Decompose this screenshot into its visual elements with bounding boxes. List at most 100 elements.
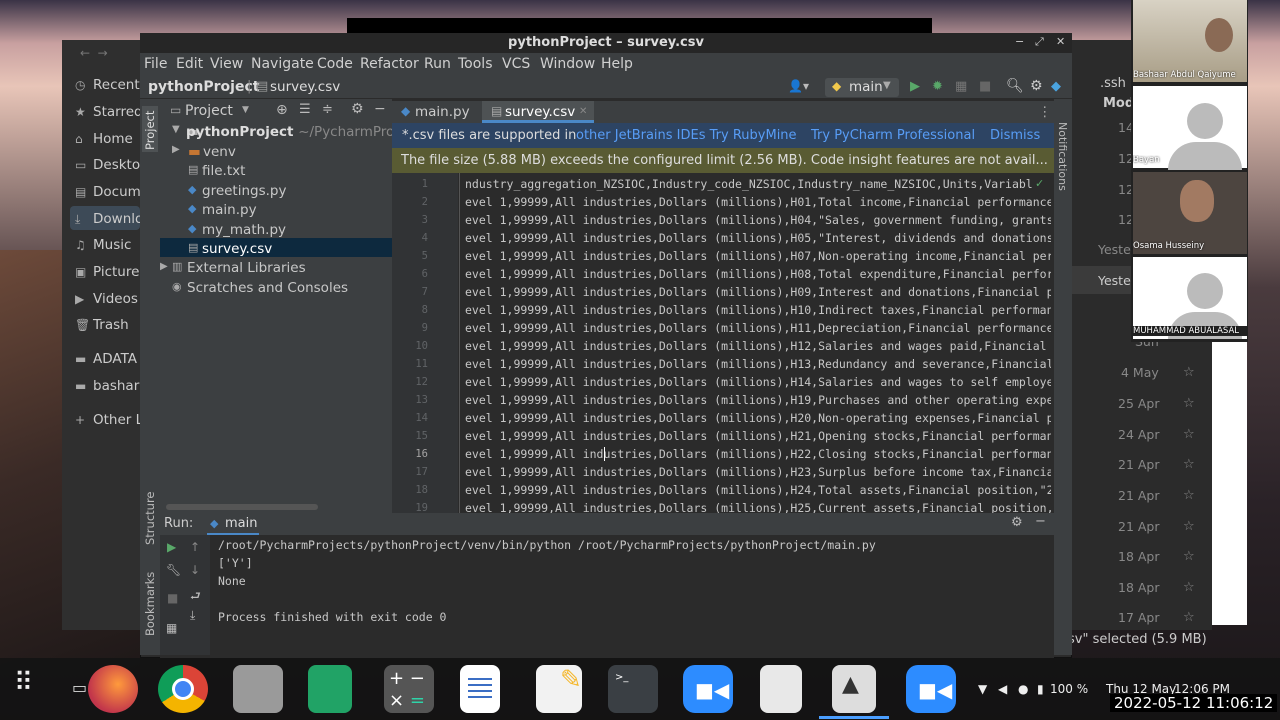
code-line[interactable]: evel 1,99999,All industries,Dollars (mil… <box>465 195 1051 209</box>
tree-item-greetings[interactable]: greetings.py <box>202 183 287 199</box>
place-starred[interactable]: ★ Starred <box>75 104 143 120</box>
code-line[interactable]: evel 1,99999,All industries,Dollars (mil… <box>465 429 1051 443</box>
place-pictures[interactable]: ▣ Picture <box>75 264 139 280</box>
app-grid-icon[interactable]: ⠿ <box>14 670 34 696</box>
place-videos[interactable]: ▶ Videos <box>75 291 138 307</box>
close-icon[interactable]: ✕ <box>579 106 587 117</box>
search-icon[interactable]: 🔍︎ <box>1006 78 1024 94</box>
star-icon[interactable]: ☆ <box>1183 519 1195 534</box>
tree-item-scratches[interactable]: Scratches and Consoles <box>187 280 348 296</box>
place-trash[interactable]: 🗑 Trash <box>75 317 129 333</box>
maximize-icon[interactable]: ⤢ <box>1035 35 1044 49</box>
breadcrumb-project[interactable]: pythonProject <box>148 79 259 95</box>
star-icon[interactable]: ☆ <box>1183 396 1195 411</box>
structure-tool-label[interactable]: Structure <box>143 492 157 546</box>
code-line[interactable]: evel 1,99999,All industries,Dollars (mil… <box>465 483 1051 497</box>
code-line[interactable]: evel 1,99999,All industries,Dollars (mil… <box>465 447 1051 461</box>
place-documents[interactable]: ▤ Docum <box>75 184 141 200</box>
place-adata[interactable]: ▬ ADATA <box>75 351 137 367</box>
minimize-icon[interactable]: − <box>1015 35 1024 48</box>
up-arrow-icon[interactable]: ↑ <box>190 540 200 554</box>
star-icon[interactable]: ☆ <box>1183 488 1195 503</box>
star-icon[interactable]: ☆ <box>1183 457 1195 472</box>
star-icon[interactable]: ☆ <box>1183 549 1195 564</box>
battery-icon[interactable]: ▮ <box>1037 682 1044 696</box>
horizontal-scrollbar[interactable] <box>166 504 318 510</box>
chevron-down-icon[interactable]: ▼ <box>172 124 180 135</box>
back-arrow-icon[interactable]: ← → <box>80 46 108 60</box>
close-icon[interactable]: ✕ <box>1056 35 1065 48</box>
code-line[interactable]: evel 1,99999,All industries,Dollars (mil… <box>465 393 1051 407</box>
tree-item-venv[interactable]: venv <box>203 144 236 160</box>
collapse-all-icon[interactable]: ≑ <box>322 102 333 117</box>
star-icon[interactable]: ☆ <box>1183 610 1195 625</box>
code-line[interactable]: evel 1,99999,All industries,Dollars (mil… <box>465 375 1051 389</box>
soft-wrap-icon[interactable]: ⮐ <box>190 587 201 608</box>
gear-icon[interactable]: ⚙ <box>351 101 364 117</box>
menu-window[interactable]: Window <box>540 56 595 72</box>
place-music[interactable]: ♫ Music <box>75 237 131 253</box>
code-line[interactable]: evel 1,99999,All industries,Dollars (mil… <box>465 465 1051 479</box>
more-icon[interactable]: ⋮ <box>1038 104 1052 120</box>
stop-icon[interactable]: ■ <box>979 79 991 94</box>
tree-root[interactable]: pythonProject ~/PycharmProjec <box>186 124 414 140</box>
user-icon[interactable]: 👤▾ <box>788 79 809 93</box>
down-arrow-icon[interactable]: ↓ <box>190 563 200 577</box>
chevron-right-icon[interactable]: ▶ <box>160 261 168 272</box>
tree-item-my-math[interactable]: my_math.py <box>202 222 286 238</box>
hide-icon[interactable]: − <box>1035 514 1046 529</box>
menu-file[interactable]: File <box>144 56 167 72</box>
chevron-down-icon[interactable]: ▼ <box>242 105 249 115</box>
wrench-icon[interactable]: 🔧︎ <box>166 563 181 577</box>
gear-icon[interactable]: ⚙ <box>1030 78 1043 94</box>
code-line[interactable]: evel 1,99999,All industries,Dollars (mil… <box>465 303 1051 317</box>
files-icon[interactable] <box>233 665 283 713</box>
microphone-icon[interactable]: ● <box>1018 682 1028 696</box>
scroll-to-end-icon[interactable]: ⤓ <box>190 608 195 623</box>
star-icon[interactable]: ☆ <box>1183 427 1195 442</box>
run-tab-main[interactable]: main <box>225 516 257 531</box>
volume-icon[interactable]: ◀ <box>998 682 1007 696</box>
place-desktop[interactable]: ▭ Deskto <box>75 157 140 173</box>
menu-refactor[interactable]: Refactor <box>360 56 419 72</box>
notifications-tool-label[interactable]: Notifications <box>1056 122 1069 191</box>
text-document-icon[interactable] <box>460 665 500 713</box>
try-pycharm-pro-link[interactable]: Try PyCharm Professional <box>811 128 975 143</box>
menu-navigate[interactable]: Navigate <box>251 56 314 72</box>
firefox-icon[interactable] <box>88 665 138 713</box>
code-line[interactable]: evel 1,99999,All industries,Dollars (mil… <box>465 501 1051 513</box>
star-icon[interactable]: ☆ <box>1183 365 1195 380</box>
place-home[interactable]: ⌂ Home <box>75 131 133 147</box>
hide-icon[interactable]: − <box>374 101 386 117</box>
code-line[interactable]: evel 1,99999,All industries,Dollars (mil… <box>465 321 1051 335</box>
place-downloads[interactable]: ⤓ Downlo <box>75 211 143 227</box>
debug-icon[interactable]: ✹ <box>932 79 943 94</box>
menu-edit[interactable]: Edit <box>176 56 203 72</box>
chevron-right-icon[interactable]: ▶ <box>172 144 180 155</box>
code-line[interactable]: evel 1,99999,All industries,Dollars (mil… <box>465 213 1051 227</box>
tree-item-file-txt[interactable]: file.txt <box>202 163 245 179</box>
code-line[interactable]: evel 1,99999,All industries,Dollars (mil… <box>465 357 1051 371</box>
place-other-locations[interactable]: + Other L <box>75 412 143 428</box>
star-icon[interactable]: ☆ <box>1183 580 1195 595</box>
window-switcher-icon[interactable]: ▭ <box>72 678 87 697</box>
code-line[interactable]: evel 1,99999,All industries,Dollars (mil… <box>465 285 1051 299</box>
modified-column-header[interactable]: Mod <box>1103 96 1134 111</box>
rerun-icon[interactable]: ▶ <box>167 540 176 554</box>
target-icon[interactable]: ⊕ <box>276 102 288 118</box>
spreadsheet-icon[interactable] <box>308 665 352 713</box>
code-line[interactable]: evel 1,99999,All industries,Dollars (mil… <box>465 267 1051 281</box>
menu-view[interactable]: View <box>210 56 243 72</box>
menu-help[interactable]: Help <box>601 56 633 72</box>
tab-survey-csv[interactable]: survey.csv <box>505 104 575 120</box>
run-icon[interactable]: ▶ <box>910 79 920 94</box>
menu-code[interactable]: Code <box>317 56 353 72</box>
tree-item-survey[interactable]: survey.csv <box>202 241 272 257</box>
menu-run[interactable]: Run <box>424 56 451 72</box>
place-bashar[interactable]: ▬ bashar <box>75 378 139 394</box>
ssh-folder-label[interactable]: .ssh <box>1100 76 1126 91</box>
dismiss-link[interactable]: Dismiss <box>990 128 1040 143</box>
menu-vcs[interactable]: VCS <box>502 56 530 72</box>
code-line[interactable]: evel 1,99999,All industries,Dollars (mil… <box>465 339 1051 353</box>
code-line[interactable]: evel 1,99999,All industries,Dollars (mil… <box>465 411 1051 425</box>
